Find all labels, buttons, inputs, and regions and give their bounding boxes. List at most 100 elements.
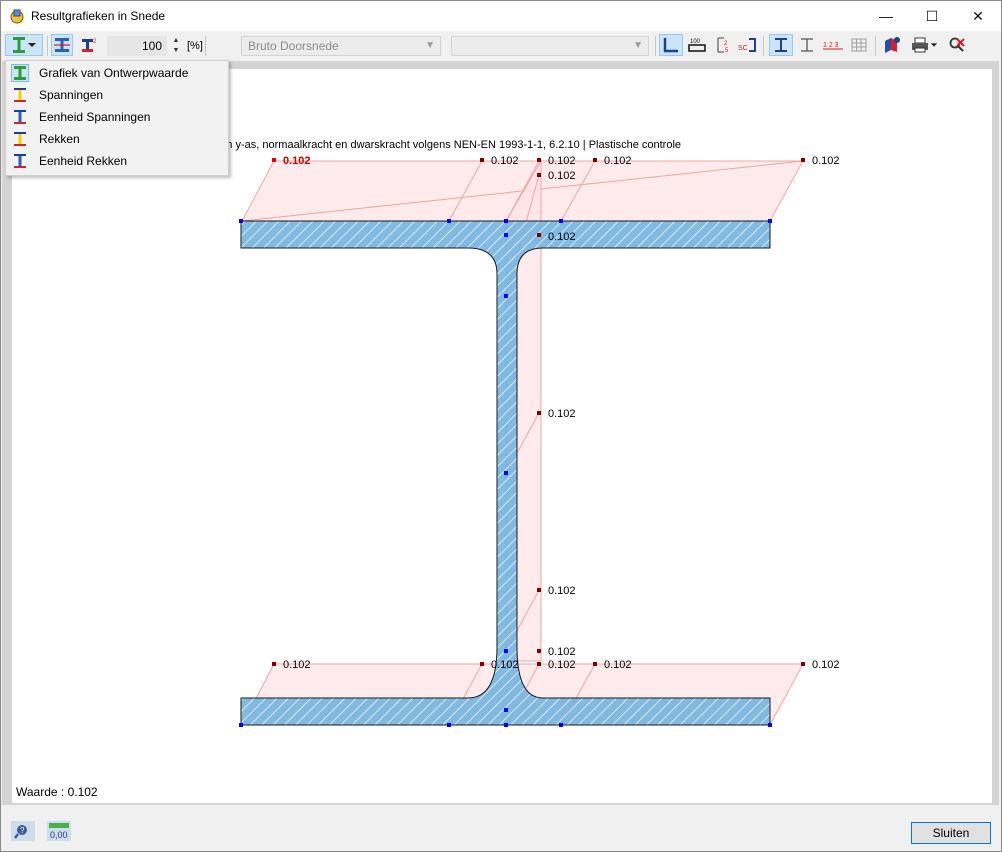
value-marker (801, 158, 805, 162)
value-label: 0.102 (604, 659, 632, 671)
chevron-down-icon[interactable]: ▼ (171, 46, 181, 56)
section-type-combo[interactable]: Bruto Doorsnede ▼ (241, 36, 441, 56)
status-value: Waarde : 0.102 (16, 785, 98, 799)
i-beam-yellow-icon (11, 130, 29, 148)
section-axes-blue-icon (54, 38, 70, 52)
section-3d-info-icon (885, 37, 900, 53)
svg-text:2: 2 (93, 39, 97, 45)
stress-points-button[interactable]: 25 (711, 34, 735, 56)
print-button[interactable] (907, 34, 941, 56)
svg-text:100: 100 (690, 39, 701, 45)
zoom-unit-label: [%] (187, 40, 203, 52)
section-point (504, 471, 508, 475)
menu-item-eenheid-rekken[interactable]: Eenheid Rekken (8, 151, 226, 171)
printer-icon (912, 37, 928, 53)
dialog-window: Resultgrafieken in Snede — ☐ ✕ 2 100 ▲ ▼ (0, 0, 1002, 852)
show-section-button[interactable] (769, 34, 793, 56)
help-button[interactable]: ? (11, 821, 35, 841)
grid-icon (851, 38, 867, 52)
section-point (447, 219, 451, 223)
svg-text:?: ? (20, 826, 25, 835)
value-marker (480, 662, 484, 666)
show-dimensions-button[interactable] (659, 34, 683, 56)
value-label: 0.102 (548, 170, 576, 182)
section-point (559, 723, 563, 727)
maximize-button[interactable]: ☐ (909, 1, 955, 31)
grid-button[interactable] (847, 34, 871, 56)
minimize-button[interactable]: — (863, 1, 909, 31)
chevron-down-icon (930, 43, 938, 47)
chevron-down-icon: ▼ (425, 40, 435, 51)
value-marker (537, 173, 541, 177)
chevron-up-icon[interactable]: ▲ (171, 36, 181, 46)
menu-item-rekken[interactable]: Rekken (8, 129, 226, 149)
shear-center-icon: SC (738, 38, 756, 52)
value-marker (537, 649, 541, 653)
zoom-stepper[interactable]: ▲ ▼ (171, 36, 181, 56)
corner-frame-icon (663, 38, 678, 53)
menu-item-spanningen[interactable]: Spanningen (8, 85, 226, 105)
numbering-button[interactable]: 1 2 3 (821, 34, 845, 56)
numbering-icon: 1 2 3 (823, 42, 843, 50)
value-marker (272, 662, 276, 666)
result-type-dropdown-button[interactable] (5, 34, 43, 56)
value-marker (480, 158, 484, 162)
section-point (768, 723, 772, 727)
zoom-reset-icon (949, 37, 965, 52)
reset-button[interactable] (945, 34, 969, 56)
window-title: Resultgrafieken in Snede (31, 9, 166, 23)
stress-points-icon: 25 (717, 37, 729, 54)
value-label: 0.102 (548, 659, 576, 671)
units-button[interactable]: 0,00 (47, 821, 71, 841)
result-type-menu: Grafiek van Ontwerpwaarde Spanningen Een… (5, 60, 229, 176)
title-bar: Resultgrafieken in Snede — ☐ ✕ (1, 1, 1001, 31)
chevron-down-icon (28, 43, 36, 47)
bottom-bar: ? 0,00 Sluiten (1, 807, 1001, 851)
svg-text:2: 2 (724, 41, 728, 47)
section-result-diagram: g om y-as, normaalkracht en dwarskracht … (208, 139, 840, 727)
value-marker (801, 662, 805, 666)
value-marker (593, 158, 597, 162)
toolbar: 2 100 ▲ ▼ [%] Bruto Doorsnede ▼ ▼ 100 25… (1, 32, 1001, 60)
section-point (504, 723, 508, 727)
i-beam-yellow-icon (11, 86, 29, 104)
graphics-canvas[interactable]: g om y-as, normaalkracht en dwarskracht … (12, 69, 992, 803)
description-text: g om y-as, normaalkracht en dwarskracht … (208, 139, 681, 151)
section-type-combo-value: Bruto Doorsnede (248, 39, 339, 53)
i-beam-icon (775, 38, 787, 52)
menu-item-grafiek-van-ontwerpwaarde[interactable]: Grafiek van Ontwerpwaarde (8, 63, 226, 83)
section-results-button[interactable]: 2 (77, 34, 101, 56)
value-label: 0.102 (548, 646, 576, 658)
help-search-icon: ? (14, 825, 27, 839)
zoom-input[interactable]: 100 (107, 36, 167, 56)
section-outline-button[interactable] (795, 34, 819, 56)
value-marker (537, 662, 541, 666)
value-label: 0.102 (604, 155, 632, 167)
scale-values-button[interactable]: 100 (685, 34, 709, 56)
section-point (504, 649, 508, 653)
shear-center-button[interactable]: SC (735, 34, 759, 56)
value-label-max: 0.102 (283, 155, 311, 167)
section-axes-red-icon: 2 (82, 39, 97, 52)
section-point (239, 723, 243, 727)
menu-item-label: Eenheid Rekken (39, 154, 128, 168)
section-point (504, 294, 508, 298)
section-points (239, 219, 772, 727)
value-marker (593, 662, 597, 666)
menu-item-label: Rekken (39, 132, 80, 146)
result-location-combo[interactable]: ▼ (451, 36, 649, 56)
section-info-button[interactable] (879, 34, 905, 56)
app-icon (10, 9, 24, 24)
section-point (447, 723, 451, 727)
svg-text:SC: SC (738, 45, 748, 52)
section-point (768, 219, 772, 223)
value-label: 0.102 (812, 155, 840, 167)
value-label: 0.102 (548, 231, 576, 243)
value-marker (537, 588, 541, 592)
value-marker (537, 411, 541, 415)
menu-item-eenheid-spanningen[interactable]: Eenheid Spanningen (8, 107, 226, 127)
design-ratio-view-button[interactable] (51, 34, 73, 56)
close-window-button[interactable]: ✕ (955, 1, 1001, 31)
close-button[interactable]: Sluiten (911, 822, 991, 844)
value-marker-max (272, 158, 276, 162)
